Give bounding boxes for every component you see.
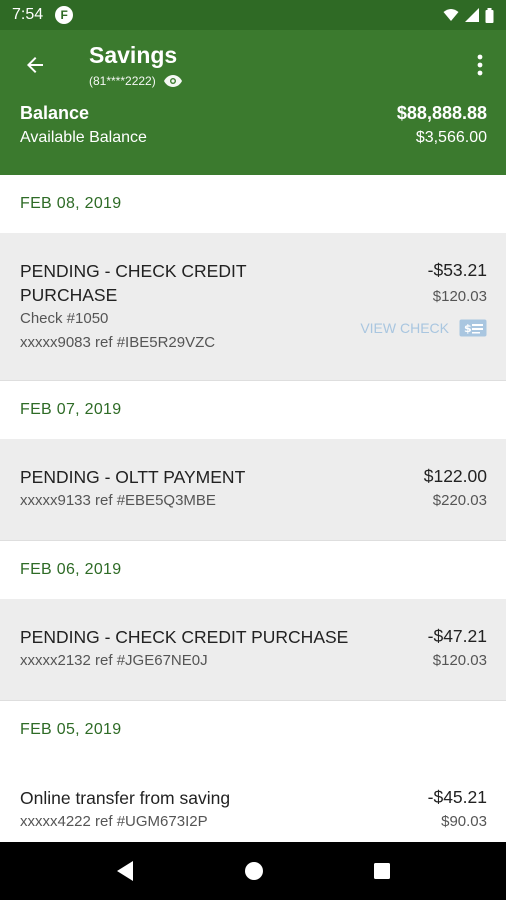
- transaction-description: PENDING - OLTT PAYMENT: [20, 467, 246, 487]
- transaction-row[interactable]: Online transfer from saving xxxxx4222 re…: [0, 759, 506, 842]
- transaction-amount: -$45.21: [427, 787, 487, 807]
- transaction-ref: xxxxx2132 ref #JGE67NE0J: [20, 652, 208, 669]
- date-header: FEB 08, 2019: [0, 175, 506, 233]
- transaction-amount: -$53.21: [427, 260, 487, 280]
- nav-recents-icon[interactable]: [373, 862, 391, 880]
- back-arrow-icon: [27, 57, 43, 73]
- view-check-button[interactable]: VIEW CHECK $: [360, 319, 487, 337]
- transaction-row[interactable]: PENDING - CHECK CREDIT PURCHASE Check #1…: [0, 233, 506, 381]
- transaction-list[interactable]: FEB 08, 2019 PENDING - CHECK CREDIT PURC…: [0, 175, 506, 842]
- date-header: FEB 07, 2019: [0, 381, 506, 439]
- account-number-row: (81****2222): [89, 74, 182, 88]
- available-balance-value: $3,566.00: [415, 129, 487, 146]
- date-header: FEB 05, 2019: [0, 701, 506, 759]
- running-balance: $220.03: [432, 492, 487, 509]
- signal-icon: [465, 8, 479, 22]
- more-vert-icon: [477, 54, 483, 76]
- transaction-description: PENDING - CHECK CREDIT PURCHASE: [20, 627, 349, 647]
- running-balance: $120.03: [432, 652, 487, 669]
- status-bar: 7:54 F: [0, 0, 506, 30]
- status-time: 7:54: [12, 6, 44, 23]
- transaction-description-cont: PURCHASE: [20, 285, 118, 305]
- transaction-ref: xxxxx4222 ref #UGM673I2P: [20, 813, 208, 830]
- account-header: Savings (81****2222) Balance $88,888.88 …: [0, 30, 506, 175]
- back-button[interactable]: [20, 50, 50, 80]
- running-balance: $120.03: [432, 288, 487, 305]
- transaction-amount: $122.00: [423, 466, 487, 486]
- more-options-button[interactable]: [468, 50, 492, 80]
- view-check-label: VIEW CHECK: [360, 320, 449, 336]
- page-title: Savings: [89, 42, 178, 68]
- nav-home-icon[interactable]: [244, 861, 264, 881]
- running-balance: $90.03: [441, 813, 487, 830]
- balance-value: $88,888.88: [396, 103, 487, 123]
- transaction-description: Online transfer from saving: [20, 788, 231, 808]
- transaction-amount: -$47.21: [427, 626, 487, 646]
- wifi-icon: [443, 9, 459, 21]
- transaction-row[interactable]: PENDING - OLTT PAYMENT xxxxx9133 ref #EB…: [0, 439, 506, 541]
- system-nav-bar: [0, 842, 506, 900]
- status-icons: [443, 7, 494, 23]
- transaction-ref: xxxxx9133 ref #EBE5Q3MBE: [20, 492, 216, 509]
- nav-back-icon[interactable]: [115, 860, 135, 882]
- date-header: FEB 06, 2019: [0, 541, 506, 599]
- available-balance-label: Available Balance: [20, 129, 147, 146]
- battery-icon: [485, 7, 494, 23]
- balance-label: Balance: [20, 103, 90, 123]
- account-number: (81****2222): [89, 74, 156, 88]
- transaction-row[interactable]: PENDING - CHECK CREDIT PURCHASE xxxxx213…: [0, 599, 506, 701]
- svg-text:$: $: [464, 322, 472, 335]
- transaction-description: PENDING - CHECK CREDIT: [20, 261, 247, 281]
- eye-icon[interactable]: [163, 75, 182, 87]
- check-icon: $: [459, 319, 487, 337]
- app-notification-icon: F: [55, 6, 74, 24]
